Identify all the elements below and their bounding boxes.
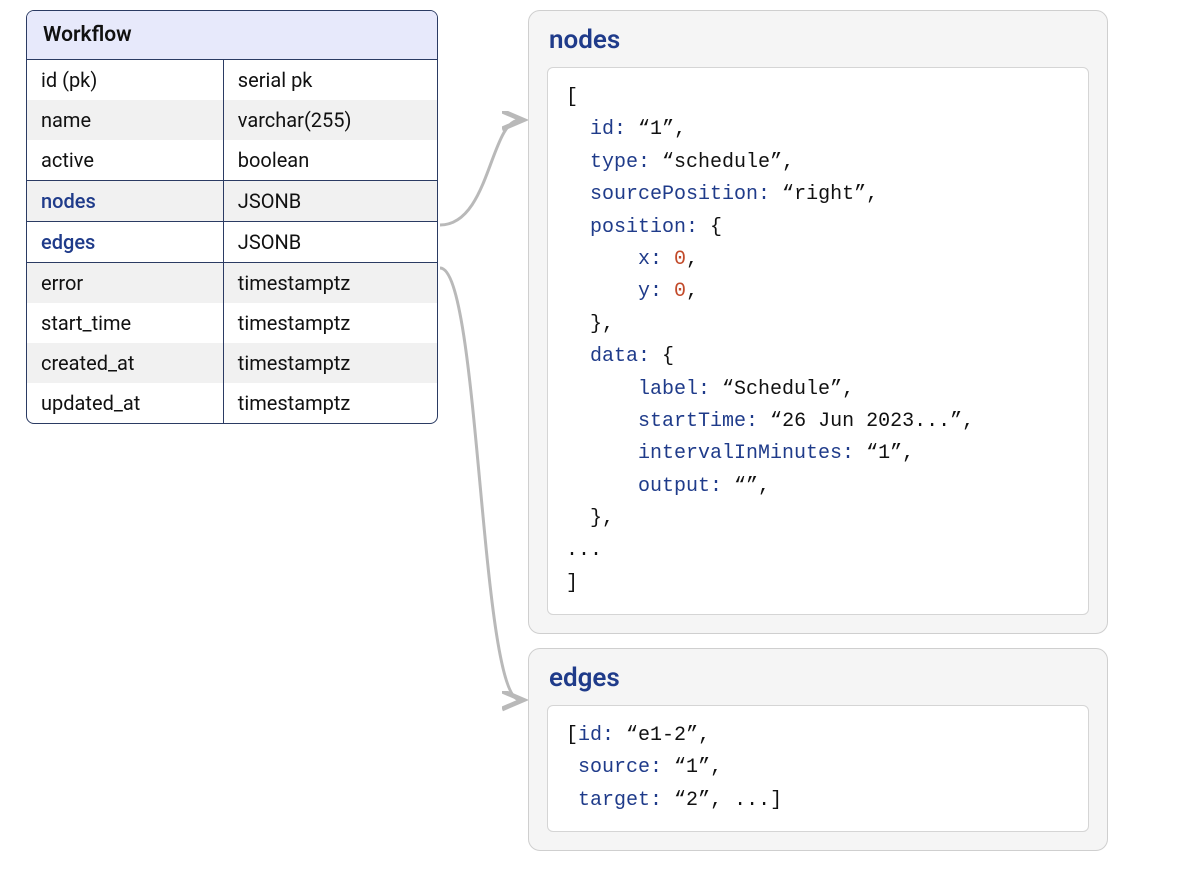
nodes-panel: nodes [ id: “1”, type: “schedule”, sourc… (528, 10, 1108, 634)
schema-row: updated_attimestamptz (27, 383, 437, 423)
nodes-code: [ id: “1”, type: “schedule”, sourcePosit… (547, 67, 1089, 615)
edges-title: edges (549, 663, 1089, 693)
edges-panel: edges [id: “e1-2”, source: “1”, target: … (528, 648, 1108, 851)
column-name: id (pk) (27, 60, 224, 100)
schema-row: activeboolean (27, 140, 437, 180)
column-type: serial pk (224, 60, 437, 100)
edges-code: [id: “e1-2”, source: “1”, target: “2”, .… (547, 705, 1089, 832)
column-name: error (27, 263, 224, 303)
schema-row: edgesJSONB (27, 222, 437, 263)
column-type: JSONB (224, 222, 437, 262)
schema-row: namevarchar(255) (27, 100, 437, 140)
schema-row: errortimestamptz (27, 263, 437, 303)
column-type: JSONB (224, 181, 437, 221)
column-name: active (27, 140, 224, 180)
column-type: boolean (224, 140, 437, 180)
schema-title: Workflow (27, 11, 437, 60)
schema-row: nodesJSONB (27, 180, 437, 222)
column-name: nodes (27, 181, 224, 221)
schema-row: start_timetimestamptz (27, 303, 437, 343)
column-name: name (27, 100, 224, 140)
schema-row: created_attimestamptz (27, 343, 437, 383)
column-type: timestamptz (224, 303, 437, 343)
column-type: varchar(255) (224, 100, 437, 140)
schema-row: id (pk)serial pk (27, 60, 437, 100)
column-type: timestamptz (224, 343, 437, 383)
column-name: start_time (27, 303, 224, 343)
nodes-title: nodes (549, 25, 1089, 55)
column-type: timestamptz (224, 263, 437, 303)
schema-table: Workflow id (pk)serial pknamevarchar(255… (26, 10, 438, 424)
column-name: edges (27, 222, 224, 262)
column-name: updated_at (27, 383, 224, 423)
column-type: timestamptz (224, 383, 437, 423)
column-name: created_at (27, 343, 224, 383)
